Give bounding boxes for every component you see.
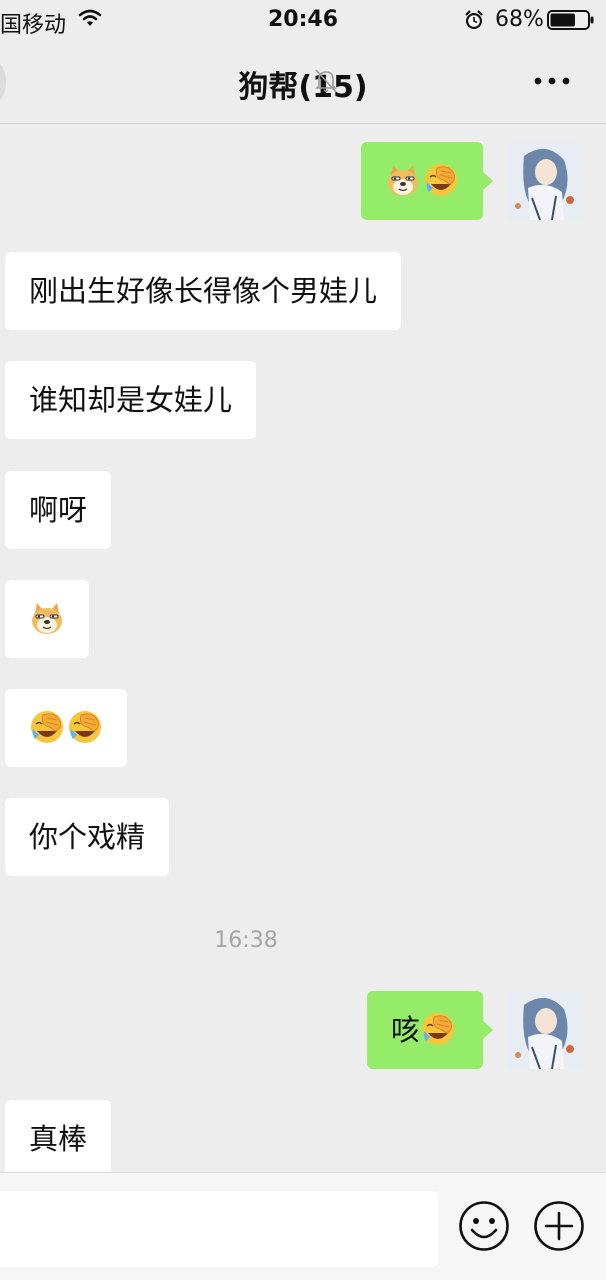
message-bubble-incoming[interactable]: 刚出生好像长得像个男娃儿	[5, 252, 402, 330]
anime-avatar-icon	[506, 991, 584, 1069]
message-text: 咳	[391, 1013, 421, 1047]
alarm-icon	[465, 10, 483, 29]
message-text: 你个戏精	[29, 820, 146, 854]
facepalm-laugh-emoji-icon	[67, 709, 103, 745]
message-bubble-incoming[interactable]: 真棒	[5, 1100, 112, 1172]
message-timestamp: 16:38	[214, 928, 278, 953]
message-bubble-incoming[interactable]	[5, 689, 127, 767]
message-text: 啊呀	[29, 493, 88, 527]
my-avatar[interactable]	[506, 142, 584, 220]
message-text: 真棒	[29, 1122, 88, 1156]
message-bubble-outgoing[interactable]: 咳	[367, 991, 493, 1069]
plus-circle-icon[interactable]	[533, 1200, 585, 1252]
message-text: 刚出生好像长得像个男娃儿	[29, 274, 378, 308]
status-bar: 国移动 20:46 68%	[0, 0, 606, 40]
muted-bell-icon	[315, 69, 337, 93]
facepalm-laugh-emoji-icon	[423, 162, 459, 198]
doge-emoji-icon	[385, 162, 421, 198]
message-bubble-incoming[interactable]	[5, 580, 89, 658]
message-bubble-outgoing[interactable]	[361, 142, 493, 220]
more-options-icon[interactable]	[533, 68, 571, 94]
smiley-icon[interactable]	[458, 1200, 510, 1252]
anime-avatar-icon	[506, 142, 584, 220]
message-bubble-incoming[interactable]: 啊呀	[5, 471, 112, 549]
doge-emoji-icon	[29, 600, 65, 636]
battery-icon	[547, 10, 594, 30]
message-input[interactable]	[0, 1191, 438, 1267]
message-text: 谁知却是女娃儿	[29, 383, 233, 417]
battery-percent: 68%	[495, 7, 544, 32]
group-title: 狗帮(15)	[238, 70, 368, 105]
facepalm-laugh-emoji-icon	[420, 1011, 456, 1047]
facepalm-laugh-emoji-icon	[29, 709, 65, 745]
chat-header: 狗帮(15)	[0, 40, 606, 124]
message-list[interactable]: 刚出生好像长得像个男娃儿 谁知却是女娃儿 啊呀 你个戏精 16:38 咳 真棒	[0, 124, 606, 1172]
message-bubble-incoming[interactable]: 你个戏精	[5, 798, 170, 876]
input-bar	[0, 1172, 606, 1280]
my-avatar[interactable]	[506, 991, 584, 1069]
message-bubble-incoming[interactable]: 谁知却是女娃儿	[5, 361, 257, 439]
